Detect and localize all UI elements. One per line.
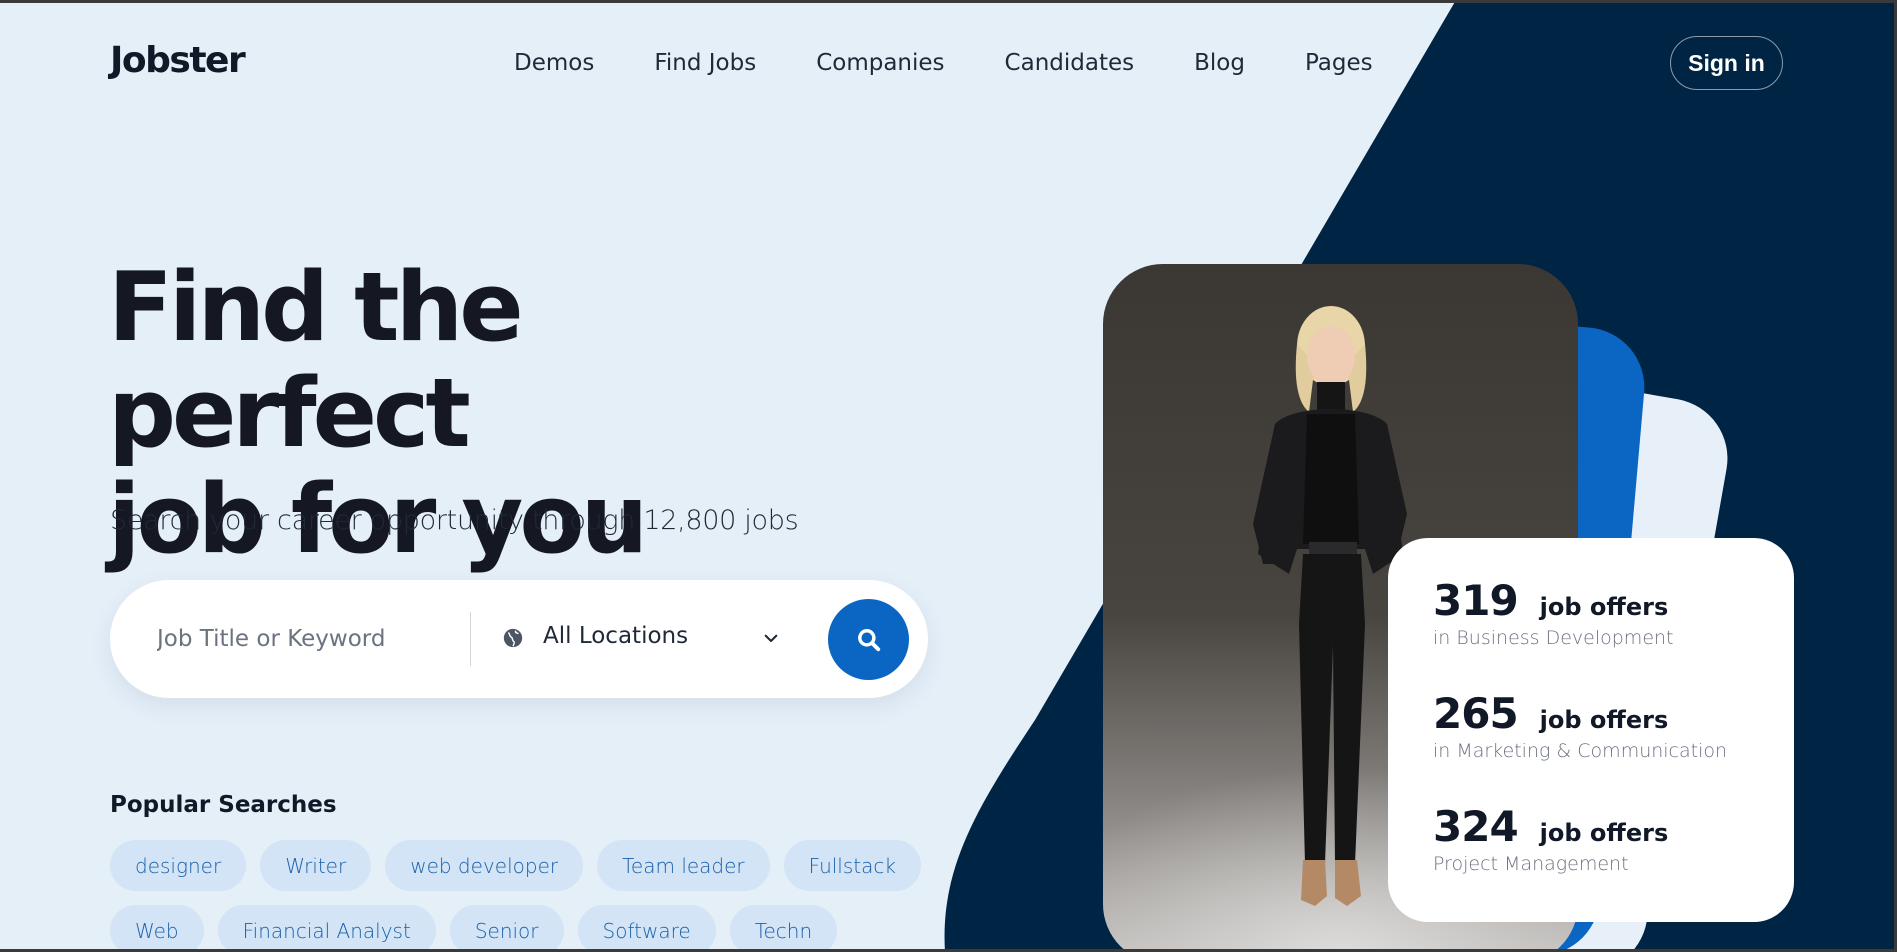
stat-category: in Business Development <box>1433 627 1674 649</box>
tag-software[interactable]: Software <box>577 905 716 952</box>
stat-category: in Marketing & Communication <box>1433 740 1728 762</box>
nav-candidates[interactable]: Candidates <box>1005 50 1135 76</box>
site-logo[interactable]: Jobster <box>110 40 246 81</box>
hero-subtitle: Search your career opportunity through 1… <box>110 505 799 536</box>
stat-category: Project Management <box>1433 853 1629 875</box>
popular-search-tags: designer Writer web developer Team leade… <box>110 840 930 952</box>
tag-techn[interactable]: Techn <box>729 905 838 952</box>
stat-count: 324 <box>1433 802 1519 851</box>
main-nav: Demos Find Jobs Companies Candidates Blo… <box>514 50 1433 76</box>
tag-financial-analyst[interactable]: Financial Analyst <box>217 905 436 952</box>
stat-item[interactable]: 265 job offers in Marketing & Communicat… <box>1433 689 1794 762</box>
stat-label: job offers <box>1539 819 1669 847</box>
job-search-bar: All Locations <box>110 580 928 698</box>
tag-web[interactable]: Web <box>110 905 204 952</box>
window-top-border <box>0 0 1897 3</box>
nav-find-jobs[interactable]: Find Jobs <box>654 50 756 76</box>
search-divider <box>470 612 471 666</box>
tag-writer[interactable]: Writer <box>260 840 372 891</box>
globe-icon <box>503 628 523 648</box>
stat-count: 319 <box>1433 576 1519 625</box>
location-select[interactable]: All Locations <box>543 623 688 649</box>
stat-label: job offers <box>1539 593 1669 621</box>
keyword-input[interactable] <box>157 617 457 661</box>
tag-designer[interactable]: designer <box>110 840 247 891</box>
nav-pages[interactable]: Pages <box>1305 50 1373 76</box>
search-icon <box>857 628 880 651</box>
job-stats-card: 319 job offers in Business Development 2… <box>1388 538 1794 922</box>
nav-demos[interactable]: Demos <box>514 50 594 76</box>
stat-label: job offers <box>1539 706 1669 734</box>
nav-companies[interactable]: Companies <box>816 50 944 76</box>
nav-blog[interactable]: Blog <box>1194 50 1245 76</box>
tag-team-leader[interactable]: Team leader <box>597 840 770 891</box>
chevron-down-icon[interactable] <box>762 629 780 647</box>
tag-fullstack[interactable]: Fullstack <box>783 840 921 891</box>
stat-item[interactable]: 319 job offers in Business Development <box>1433 576 1794 649</box>
tag-senior[interactable]: Senior <box>449 905 564 952</box>
sign-in-button[interactable]: Sign in <box>1670 36 1783 90</box>
tag-web-developer[interactable]: web developer <box>385 840 584 891</box>
stat-count: 265 <box>1433 689 1519 738</box>
search-button[interactable] <box>828 599 909 680</box>
popular-searches-title: Popular Searches <box>110 792 337 818</box>
stat-item[interactable]: 324 job offers Project Management <box>1433 802 1794 875</box>
hero-title-line1: Find the perfect <box>108 253 524 469</box>
